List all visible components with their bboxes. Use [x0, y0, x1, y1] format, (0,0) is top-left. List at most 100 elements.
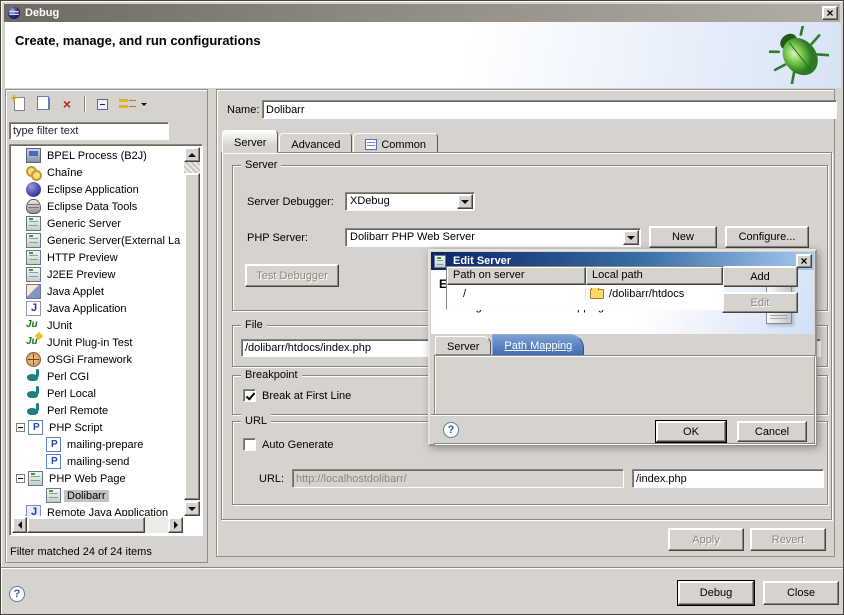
server-icon: [46, 488, 61, 503]
tree-item-perl-remote[interactable]: Perl Remote: [12, 402, 183, 419]
delete-config-icon[interactable]: ×: [58, 95, 76, 113]
tree-item-junit-plug-in-test[interactable]: JUnit Plug-in Test: [12, 334, 183, 351]
server-group-legend: Server: [241, 158, 281, 172]
mapping-table-body: //dolibarr/htdocs: [447, 285, 723, 302]
new-server-button[interactable]: New: [649, 226, 717, 248]
col-path-on-server[interactable]: Path on server: [447, 267, 586, 285]
edit-server-dialog: Edit Server × Edit Server Path Mapping C…: [428, 249, 817, 446]
filter-input[interactable]: [9, 122, 169, 140]
filter-menu-icon[interactable]: [117, 95, 135, 113]
collapse-toggle-icon[interactable]: [16, 423, 25, 432]
help-icon[interactable]: ?: [9, 586, 25, 602]
url-path-input[interactable]: [632, 469, 824, 488]
scroll-right-icon[interactable]: [168, 517, 183, 533]
tree-item-http-preview[interactable]: HTTP Preview: [12, 249, 183, 266]
bpel-icon: [26, 148, 41, 163]
javaapp-icon: [26, 301, 41, 316]
tree-item-remote-java-application[interactable]: Remote Java Application: [12, 504, 183, 516]
mapping-row[interactable]: //dolibarr/htdocs: [447, 285, 723, 302]
tree-item-generic-server-external-la[interactable]: Generic Server(External La: [12, 232, 183, 249]
datatools-icon: [26, 199, 41, 214]
server-icon: [26, 267, 41, 282]
tree-item-j2ee-preview[interactable]: J2EE Preview: [12, 266, 183, 283]
dropdown-arrow-icon[interactable]: [457, 194, 473, 209]
name-label: Name:: [227, 104, 259, 116]
server-debugger-label: Server Debugger:: [247, 196, 334, 208]
collapse-all-icon[interactable]: [93, 95, 111, 113]
tree-item-mailing-prepare[interactable]: mailing-prepare: [12, 436, 183, 453]
close-button[interactable]: Close: [763, 581, 839, 605]
filter-status: Filter matched 24 of 24 items: [10, 546, 152, 558]
tree-item-eclipse-application[interactable]: Eclipse Application: [12, 181, 183, 198]
php-server-label: PHP Server:: [247, 232, 308, 244]
filter-dropdown-caret-icon[interactable]: [141, 103, 147, 106]
name-input[interactable]: [262, 100, 837, 119]
remotejava-icon: [26, 505, 41, 516]
scroll-up-icon[interactable]: [184, 147, 200, 162]
perl-icon: [26, 369, 41, 384]
scroll-left-icon[interactable]: [12, 517, 27, 533]
server-icon: [26, 233, 41, 248]
tree-item-cha-ne[interactable]: Chaîne: [12, 164, 183, 181]
debug-button[interactable]: Debug: [678, 581, 754, 605]
add-mapping-button[interactable]: Add: [722, 266, 798, 287]
server-debugger-select[interactable]: XDebug: [345, 192, 475, 211]
col-local-path[interactable]: Local path: [586, 267, 723, 285]
close-window-button[interactable]: ×: [822, 6, 838, 20]
php-icon: [46, 437, 61, 452]
tree-item-php-script[interactable]: PHP Script: [12, 419, 183, 436]
tree-item-perl-cgi[interactable]: Perl CGI: [12, 368, 183, 385]
tree-item-perl-local[interactable]: Perl Local: [12, 385, 183, 402]
tab-server[interactable]: Server: [222, 130, 278, 153]
server-icon: [26, 250, 41, 265]
title-bar: Debug ×: [4, 4, 840, 22]
tree-item-bpel-process-b2j-[interactable]: BPEL Process (B2J): [12, 147, 183, 164]
tree-vertical-scrollbar[interactable]: [184, 147, 200, 516]
cancel-button[interactable]: Cancel: [737, 421, 807, 442]
scroll-down-icon[interactable]: [184, 501, 200, 516]
ok-button[interactable]: OK: [656, 421, 726, 442]
edit-mapping-button[interactable]: Edit: [722, 292, 798, 313]
url-base-input: [292, 469, 624, 488]
php-server-select[interactable]: Dolibarr PHP Web Server: [345, 228, 641, 247]
url-label: URL:: [259, 473, 284, 485]
vertical-scroll-thumb[interactable]: [184, 173, 200, 500]
perl-icon: [26, 386, 41, 401]
php-icon: [46, 454, 61, 469]
auto-generate-row: Auto Generate: [243, 438, 334, 451]
horizontal-scroll-thumb[interactable]: [27, 517, 145, 533]
tree-horizontal-scrollbar[interactable]: [12, 517, 183, 533]
close-dialog-button[interactable]: ×: [796, 254, 812, 268]
new-config-icon[interactable]: [10, 95, 28, 113]
dialog-tabs: Server Path Mapping: [435, 334, 585, 355]
tree-item-mailing-send[interactable]: mailing-send: [12, 453, 183, 470]
tree-item-osgi-framework[interactable]: OSGi Framework: [12, 351, 183, 368]
tab-common[interactable]: Common: [353, 133, 438, 153]
footer-separator: [1, 567, 844, 569]
banner-heading: Create, manage, and run configurations: [15, 33, 261, 48]
server-icon: [26, 216, 41, 231]
dropdown-arrow-icon[interactable]: [623, 230, 639, 245]
test-debugger-button[interactable]: Test Debugger: [245, 264, 339, 287]
tree-item-java-applet[interactable]: Java Applet: [12, 283, 183, 300]
dialog-tab-path-mapping[interactable]: Path Mapping: [492, 334, 584, 355]
break-first-line-checkbox[interactable]: [243, 389, 256, 402]
revert-button[interactable]: Revert: [750, 528, 826, 551]
tab-advanced[interactable]: Advanced: [279, 133, 352, 153]
tree-item-eclipse-data-tools[interactable]: Eclipse Data Tools: [12, 198, 183, 215]
url-group-legend: URL: [241, 414, 271, 428]
tree-item-java-application[interactable]: Java Application: [12, 300, 183, 317]
dialog-tab-server[interactable]: Server: [435, 336, 491, 355]
apply-button[interactable]: Apply: [668, 528, 744, 551]
auto-generate-checkbox[interactable]: [243, 438, 256, 451]
tree-item-generic-server[interactable]: Generic Server: [12, 215, 183, 232]
osgi-icon: [26, 352, 41, 367]
tree-item-php-web-page[interactable]: PHP Web Page: [12, 470, 183, 487]
dialog-help-icon[interactable]: ?: [443, 422, 459, 438]
collapse-toggle-icon[interactable]: [16, 474, 25, 483]
configurations-panel: × BPEL Process (B2J)ChaîneEclipse Applic…: [5, 89, 208, 563]
configure-server-button[interactable]: Configure...: [725, 226, 809, 248]
tree-item-dolibarr[interactable]: Dolibarr: [12, 487, 183, 504]
duplicate-config-icon[interactable]: [34, 95, 52, 113]
config-tree: BPEL Process (B2J)ChaîneEclipse Applicat…: [12, 147, 183, 516]
